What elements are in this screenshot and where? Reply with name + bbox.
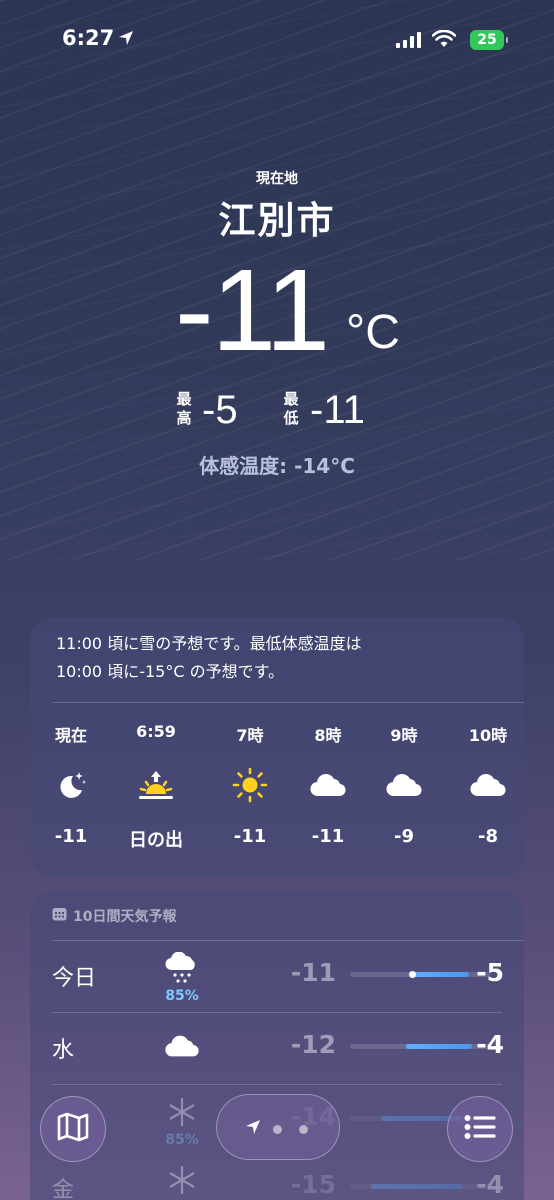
hour-label: 現在 — [54, 726, 87, 745]
hourly-forecast-card[interactable]: 11:00 頃に雪の予想です。最低体感温度は 10:00 頃に-15°C の予想… — [30, 618, 524, 876]
precipitation-chance: 85% — [165, 988, 199, 1004]
temperature-range-bar — [350, 971, 490, 978]
cloud-icon — [293, 756, 363, 814]
day-high: -4 — [476, 1030, 504, 1059]
location-list-button[interactable] — [447, 1096, 513, 1162]
ten-day-header: 10日間天気予報 — [52, 906, 176, 926]
hour-item: 8時 -11 — [293, 722, 363, 847]
forecast-summary: 11:00 頃に雪の予想です。最低体感温度は 10:00 頃に-15°C の予想… — [56, 630, 506, 686]
page-dot — [299, 1125, 308, 1134]
low-label: 最低 — [283, 390, 299, 427]
wifi-icon — [431, 29, 457, 52]
temperature-range-bar — [350, 1184, 490, 1189]
hour-item: 7時 -11 — [215, 722, 285, 847]
day-row[interactable]: 水 -12 -4 — [30, 1014, 524, 1084]
hour-temp: -8 — [478, 826, 498, 847]
high-label: 最高 — [176, 390, 192, 427]
summary-line-1: 11:00 頃に雪の予想です。最低体感温度は — [56, 634, 362, 653]
current-weather: 現在地 江別市 -11 °C 最高 -5 最低 -11 体感温度: -14°C — [0, 168, 554, 478]
hour-label: 8時 — [314, 726, 342, 745]
map-icon — [57, 1112, 89, 1146]
temperature-unit: °C — [346, 306, 400, 359]
hour-item: 9時 -9 — [369, 722, 439, 847]
temperature-range-fill — [413, 972, 469, 977]
calendar-icon — [52, 907, 67, 925]
cloud-icon — [453, 756, 523, 814]
cloud-icon — [160, 1026, 204, 1066]
location-arrow-icon — [118, 30, 134, 50]
hour-temp: 日の出 — [129, 830, 183, 851]
hour-temp: -11 — [54, 826, 88, 847]
cellular-signal-icon — [396, 32, 422, 48]
cloud-snow-icon — [160, 948, 204, 988]
current-temperature-block: -11 °C — [0, 250, 554, 380]
hour-temp: -11 — [233, 826, 267, 847]
hour-item: 10時 -8 — [453, 722, 523, 847]
row-divider — [52, 1012, 502, 1013]
status-bar: 6:27 25 — [0, 0, 554, 84]
location-label: 現在地 — [256, 171, 298, 187]
sun-icon — [215, 756, 285, 814]
day-name: 金 — [52, 1178, 75, 1200]
hour-label: 7時 — [236, 726, 264, 745]
battery-indicator: 25 — [470, 30, 508, 50]
snowflake-icon — [160, 1092, 204, 1132]
hour-temp: -11 — [311, 826, 345, 847]
current-temperature: -11 — [175, 245, 330, 375]
day-name: 水 — [52, 1038, 75, 1063]
temperature-range-bar — [350, 1044, 490, 1049]
moon-stars-icon — [36, 756, 106, 814]
hour-item: 現在 -11 — [36, 722, 106, 847]
location-arrow-icon — [245, 1119, 261, 1139]
hour-item: 6:59 日の出 — [121, 722, 191, 852]
day-row[interactable]: 今日 85% -11 -5 — [30, 942, 524, 1012]
city-name: 江別市 — [218, 199, 336, 242]
page-dot — [273, 1125, 282, 1134]
day-high: -5 — [476, 958, 504, 987]
temperature-range-fill — [406, 1044, 472, 1049]
day-low: -12 — [290, 1030, 336, 1059]
hour-label: 10時 — [468, 726, 508, 745]
high-low: 最高 -5 最低 -11 — [0, 388, 554, 440]
status-time: 6:27 — [62, 26, 115, 50]
hour-label: 6:59 — [136, 722, 176, 741]
high-temperature: -5 — [202, 388, 238, 432]
sunrise-icon — [121, 756, 191, 814]
card-divider — [52, 702, 524, 703]
ten-day-title: 10日間天気予報 — [73, 909, 177, 925]
map-button[interactable] — [40, 1096, 106, 1162]
snowflake-icon — [160, 1160, 204, 1200]
precipitation-chance: 85% — [165, 1132, 199, 1148]
day-name: 今日 — [52, 966, 97, 991]
cloud-icon — [369, 756, 439, 814]
day-low: -15 — [290, 1170, 336, 1199]
current-temperature-dot — [408, 971, 416, 978]
feels-like: 体感温度: -14°C — [199, 454, 355, 478]
temperature-range-fill — [371, 1184, 462, 1189]
day-row[interactable]: 金 -15 -4 — [30, 1154, 524, 1200]
low-temperature: -11 — [310, 388, 365, 432]
hour-temp: -9 — [394, 826, 414, 847]
row-divider — [52, 1084, 502, 1085]
card-divider — [52, 940, 524, 941]
list-icon — [464, 1114, 496, 1144]
location-page-indicator[interactable] — [216, 1094, 340, 1160]
hour-label: 9時 — [390, 726, 418, 745]
day-high: -4 — [476, 1170, 504, 1199]
day-low: -11 — [290, 958, 336, 987]
summary-line-2: 10:00 頃に-15°C の予想です。 — [56, 662, 284, 681]
